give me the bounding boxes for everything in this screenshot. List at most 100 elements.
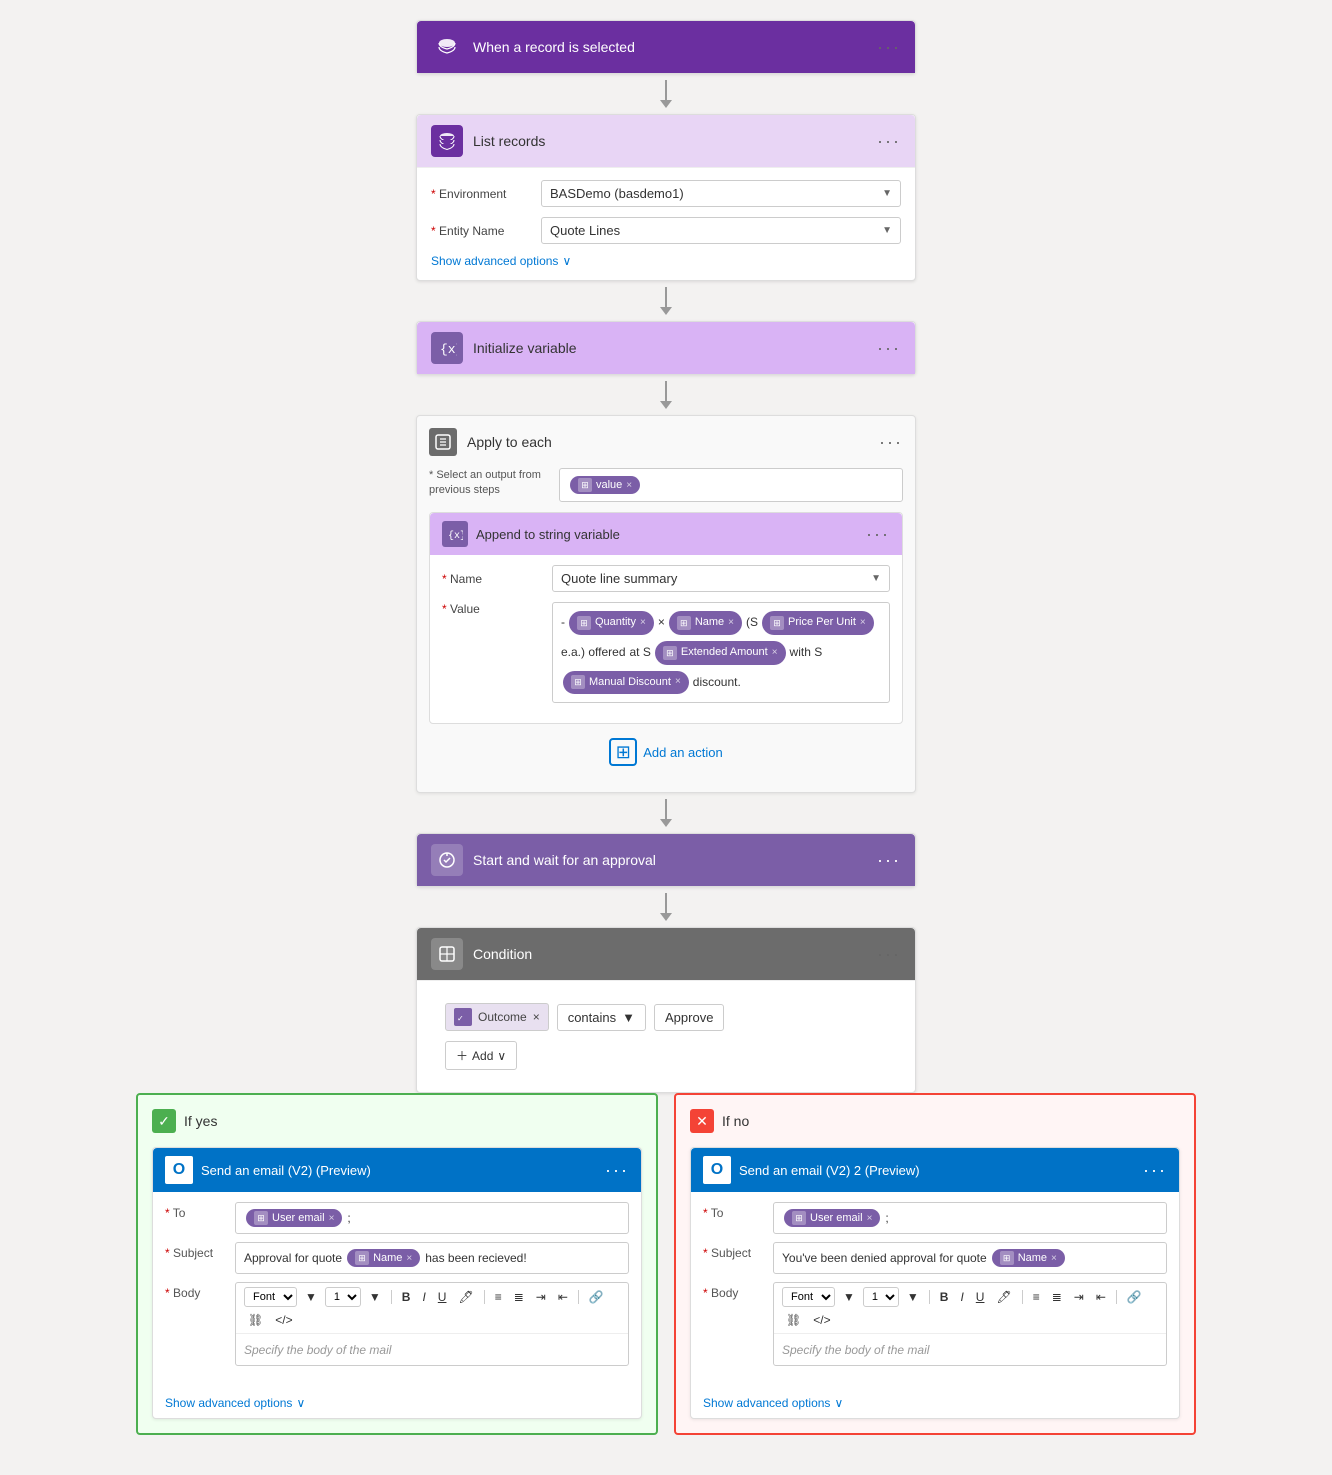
if-yes-subject-input[interactable]: Approval for quote ⊞ Name × has been rec… [235, 1242, 629, 1274]
bottom-split: ✓ If yes O Send an email (V2) (Preview) … [136, 1093, 1196, 1435]
if-yes-show-advanced[interactable]: Show advanced options ∨ [153, 1384, 641, 1418]
if-no-to-input[interactable]: ⊞ User email × ; [773, 1202, 1167, 1234]
if-no-email-title: Send an email (V2) 2 (Preview) [739, 1163, 1143, 1178]
svg-text:{x}: {x} [448, 530, 463, 542]
if-yes-email-menu[interactable]: ··· [605, 1160, 629, 1181]
step2-entity-dropdown[interactable]: Quote Lines ▼ [541, 217, 901, 244]
step2-show-advanced[interactable]: Show advanced options ∨ [431, 254, 901, 268]
if-no-subject-label: Subject [703, 1242, 773, 1260]
step4-select-output[interactable]: ⊞ value × [559, 468, 903, 502]
if-no-body-placeholder[interactable]: Specify the body of the mail [774, 1334, 1166, 1365]
step4-name-label: Name [442, 572, 552, 586]
if-no-panel: ✕ If no O Send an email (V2) 2 (Preview)… [674, 1093, 1196, 1435]
step1-menu[interactable]: ··· [877, 37, 901, 58]
step4-inner-header: {x} Append to string variable ··· [430, 513, 902, 555]
if-no-subject-input[interactable]: You've been denied approval for quote ⊞ … [773, 1242, 1167, 1274]
if-yes-font-select[interactable]: Font [244, 1287, 297, 1307]
if-no-email-card: O Send an email (V2) 2 (Preview) ··· To … [690, 1147, 1180, 1419]
if-no-outdent-btn[interactable]: ⇤ [1092, 1288, 1110, 1306]
if-no-link-btn[interactable]: 🔗 [1123, 1288, 1146, 1306]
step2-icon [431, 125, 463, 157]
code-btn[interactable]: </> [271, 1311, 296, 1329]
if-no-ol-btn[interactable]: ≣ [1048, 1288, 1066, 1306]
if-no-body-input[interactable]: Font ▼ 12 ▼ B I U 🖊 ≡ [773, 1282, 1167, 1366]
if-no-subject-row: Subject You've been denied approval for … [703, 1242, 1167, 1274]
step2-env-row: Environment BASDemo (basdemo1) ▼ [431, 180, 901, 207]
if-yes-to-row: To ⊞ User email × ; [165, 1202, 629, 1234]
outcome-close[interactable]: × [533, 1010, 540, 1024]
contains-dropdown[interactable]: contains ▼ [557, 1004, 646, 1031]
step4-icon [429, 428, 457, 456]
if-no-email-menu[interactable]: ··· [1143, 1160, 1167, 1181]
if-yes-to-input[interactable]: ⊞ User email × ; [235, 1202, 629, 1234]
if-no-ul-btn[interactable]: ≡ [1029, 1288, 1044, 1306]
if-yes-body-row: Body Font ▼ 12 ▼ B I U 🖊 [165, 1282, 629, 1366]
toolbar-divider1: ▼ [301, 1288, 321, 1306]
step2-entity-arrow: ▼ [882, 225, 892, 236]
link-btn[interactable]: 🔗 [585, 1288, 608, 1306]
step4-inner-menu[interactable]: ··· [866, 524, 890, 545]
quantity-token: ⊞ Quantity × [569, 611, 654, 635]
extended-amount-token: ⊞ Extended Amount × [655, 641, 786, 665]
step6-body: ✓ Outcome × contains ▼ Approve ＋ Add ∨ [417, 980, 915, 1092]
condition-row: ✓ Outcome × contains ▼ Approve [431, 993, 901, 1041]
if-no-code-btn[interactable]: </> [809, 1311, 834, 1329]
add-action-icon: ⊞ [609, 738, 637, 766]
step1-card: When a record is selected ··· [416, 20, 916, 74]
token-close[interactable]: × [626, 480, 632, 491]
italic-btn[interactable]: I [418, 1288, 429, 1306]
arrow5 [660, 887, 672, 927]
if-no-underline-btn[interactable]: U [972, 1288, 989, 1306]
if-yes-icon: ✓ [152, 1109, 176, 1133]
if-no-size-select[interactable]: 12 [863, 1287, 899, 1307]
if-no-italic-btn[interactable]: I [956, 1288, 967, 1306]
step6-card: Condition ··· ✓ Outcome × contains ▼ [416, 927, 916, 1093]
approve-input[interactable]: Approve [654, 1004, 724, 1031]
add-button[interactable]: ＋ Add ∨ [445, 1041, 517, 1070]
if-no-header: ✕ If no [690, 1109, 1180, 1133]
if-yes-body-placeholder[interactable]: Specify the body of the mail [236, 1334, 628, 1365]
step4-outer-card: Apply to each ··· * Select an output fro… [416, 415, 916, 793]
if-no-icon: ✕ [690, 1109, 714, 1133]
price-per-unit-token: ⊞ Price Per Unit × [762, 611, 874, 635]
step4-add-action[interactable]: ⊞ Add an action [429, 724, 903, 780]
step3-menu[interactable]: ··· [877, 338, 901, 359]
if-no-email-icon: O [703, 1156, 731, 1184]
if-yes-subject-name-token: ⊞ Name × [347, 1249, 420, 1267]
indent-btn[interactable]: ⇥ [532, 1288, 550, 1306]
step1-title: When a record is selected [473, 39, 877, 55]
step2-entity-label: Entity Name [431, 224, 541, 238]
if-yes-panel: ✓ If yes O Send an email (V2) (Preview) … [136, 1093, 658, 1435]
step4-value-field[interactable]: - ⊞ Quantity × × ⊞ Name × (S [552, 602, 890, 703]
step4-value-token: ⊞ value × [570, 476, 640, 494]
outdent-btn[interactable]: ⇤ [554, 1288, 572, 1306]
step2-env-dropdown[interactable]: BASDemo (basdemo1) ▼ [541, 180, 901, 207]
if-no-bold-btn[interactable]: B [936, 1288, 953, 1306]
step2-entity-value: Quote Lines [550, 223, 620, 238]
if-no-strike-btn[interactable]: 🖊 [992, 1288, 1015, 1306]
step4-name-dropdown[interactable]: Quote line summary ▼ [552, 565, 890, 592]
if-yes-body-label: Body [165, 1282, 235, 1300]
if-no-font-select[interactable]: Font [782, 1287, 835, 1307]
step2-env-value: BASDemo (basdemo1) [550, 186, 684, 201]
bold-btn[interactable]: B [398, 1288, 415, 1306]
if-yes-user-email-token: ⊞ User email × [246, 1209, 342, 1227]
unlink-btn[interactable]: ⛓ [244, 1311, 267, 1329]
if-yes-size-select[interactable]: 12 [325, 1287, 361, 1307]
step5-menu[interactable]: ··· [877, 850, 901, 871]
ol-btn[interactable]: ≣ [510, 1288, 528, 1306]
arrow3 [660, 375, 672, 415]
step3-icon: {x} [431, 332, 463, 364]
ul-btn[interactable]: ≡ [491, 1288, 506, 1306]
if-no-show-advanced[interactable]: Show advanced options ∨ [691, 1384, 1179, 1418]
step2-title: List records [473, 133, 877, 149]
underline-btn[interactable]: U [434, 1288, 451, 1306]
if-no-unlink-btn[interactable]: ⛓ [782, 1311, 805, 1329]
if-yes-body-input[interactable]: Font ▼ 12 ▼ B I U 🖊 ≡ [235, 1282, 629, 1366]
step6-menu[interactable]: ··· [877, 944, 901, 965]
strike-btn[interactable]: 🖊 [454, 1288, 477, 1306]
step4-menu[interactable]: ··· [879, 432, 903, 453]
step2-menu[interactable]: ··· [877, 131, 901, 152]
step4-name-row: Name Quote line summary ▼ [442, 565, 890, 592]
if-no-indent-btn[interactable]: ⇥ [1070, 1288, 1088, 1306]
